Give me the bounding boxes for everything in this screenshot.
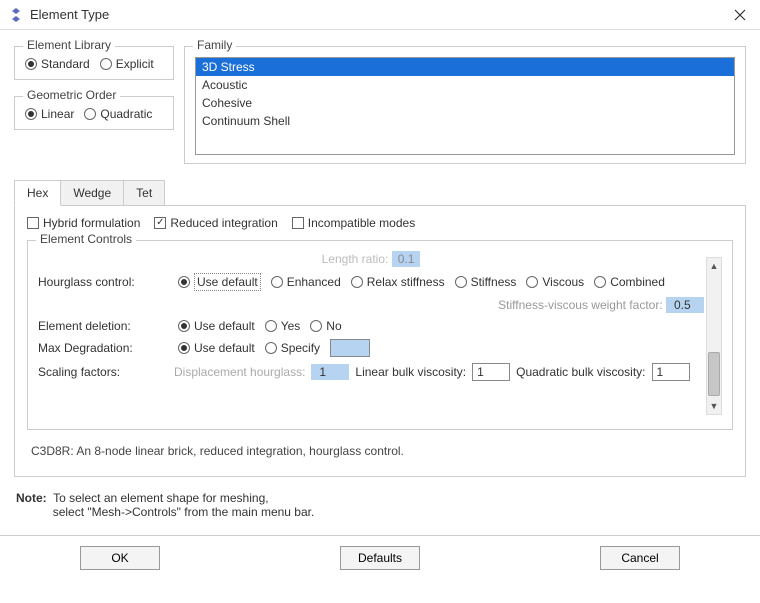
disp-hourglass-label: Displacement hourglass: — [174, 365, 305, 379]
tab-wedge[interactable]: Wedge — [61, 180, 124, 205]
standard-radio[interactable]: Standard — [25, 57, 90, 71]
scroll-thumb[interactable] — [708, 352, 720, 396]
family-item-continuum-shell[interactable]: Continuum Shell — [196, 112, 734, 130]
family-label: Family — [193, 38, 236, 52]
tab-panel-hex: Hybrid formulation Reduced integration I… — [14, 205, 746, 477]
linear-bulk-viscosity-label: Linear bulk viscosity: — [355, 365, 466, 379]
shape-tabs: Hex Wedge Tet — [14, 180, 746, 205]
element-library-label: Element Library — [23, 38, 115, 52]
hourglass-control-label: Hourglass control: — [38, 275, 168, 289]
length-ratio-row: Length ratio: 0.1 — [38, 251, 704, 267]
ok-button[interactable]: OK — [80, 546, 160, 570]
disp-hourglass-value: 1 — [311, 364, 349, 380]
reduced-integration-checkbox[interactable]: Reduced integration — [154, 216, 277, 230]
title-bar: Element Type — [0, 0, 760, 30]
family-item-3d-stress[interactable]: 3D Stress — [196, 58, 734, 76]
element-controls-group: Element Controls Length ratio: 0.1 Hourg… — [27, 240, 733, 430]
deletion-no-radio[interactable]: No — [310, 319, 341, 333]
hybrid-checkbox[interactable]: Hybrid formulation — [27, 216, 140, 230]
element-deletion-label: Element deletion: — [38, 319, 168, 333]
family-listbox[interactable]: 3D Stress Acoustic Cohesive Continuum Sh… — [195, 57, 735, 155]
maxdeg-specify-radio[interactable]: Specify — [265, 341, 320, 355]
cancel-button[interactable]: Cancel — [600, 546, 680, 570]
family-item-acoustic[interactable]: Acoustic — [196, 76, 734, 94]
hourglass-relax-radio[interactable]: Relax stiffness — [351, 275, 445, 289]
length-ratio-value: 0.1 — [392, 251, 421, 267]
hourglass-use-default-radio[interactable]: Use default — [178, 273, 261, 291]
element-controls-label: Element Controls — [36, 232, 136, 246]
geometric-order-label: Geometric Order — [23, 88, 120, 102]
svwf-value: 0.5 — [666, 297, 704, 313]
scroll-down-icon[interactable]: ▼ — [707, 398, 721, 414]
quadratic-bulk-viscosity-label: Quadratic bulk viscosity: — [516, 365, 645, 379]
quadratic-bulk-viscosity-input[interactable]: 1 — [652, 363, 690, 381]
hourglass-combined-radio[interactable]: Combined — [594, 275, 665, 289]
app-icon — [8, 7, 24, 23]
hourglass-enhanced-radio[interactable]: Enhanced — [271, 275, 341, 289]
scaling-factors-label: Scaling factors: — [38, 365, 168, 379]
max-degradation-label: Max Degradation: — [38, 341, 168, 355]
family-group: Family 3D Stress Acoustic Cohesive Conti… — [184, 46, 746, 164]
tab-hex[interactable]: Hex — [14, 180, 61, 206]
defaults-button[interactable]: Defaults — [340, 546, 420, 570]
svwf-label: Stiffness-viscous weight factor: — [498, 298, 663, 312]
element-library-group: Element Library Standard Explicit — [14, 46, 174, 80]
window-title: Element Type — [30, 7, 109, 22]
linear-bulk-viscosity-input[interactable]: 1 — [472, 363, 510, 381]
note-text: Note: To select an element shape for mes… — [16, 491, 744, 519]
maxdeg-input[interactable] — [330, 339, 370, 357]
controls-scrollbar[interactable]: ▲ ▼ — [706, 257, 722, 415]
element-description: C3D8R: An 8-node linear brick, reduced i… — [31, 444, 729, 458]
maxdeg-use-default-radio[interactable]: Use default — [178, 341, 255, 355]
close-button[interactable] — [728, 3, 752, 27]
geometric-order-group: Geometric Order Linear Quadratic — [14, 96, 174, 130]
hourglass-stiffness-radio[interactable]: Stiffness — [455, 275, 517, 289]
deletion-yes-radio[interactable]: Yes — [265, 319, 301, 333]
hourglass-viscous-radio[interactable]: Viscous — [526, 275, 584, 289]
deletion-use-default-radio[interactable]: Use default — [178, 319, 255, 333]
linear-radio[interactable]: Linear — [25, 107, 74, 121]
tab-tet[interactable]: Tet — [124, 180, 165, 205]
family-item-cohesive[interactable]: Cohesive — [196, 94, 734, 112]
explicit-radio[interactable]: Explicit — [100, 57, 154, 71]
scroll-up-icon[interactable]: ▲ — [707, 258, 721, 274]
incompatible-modes-checkbox[interactable]: Incompatible modes — [292, 216, 415, 230]
quadratic-radio[interactable]: Quadratic — [84, 107, 152, 121]
